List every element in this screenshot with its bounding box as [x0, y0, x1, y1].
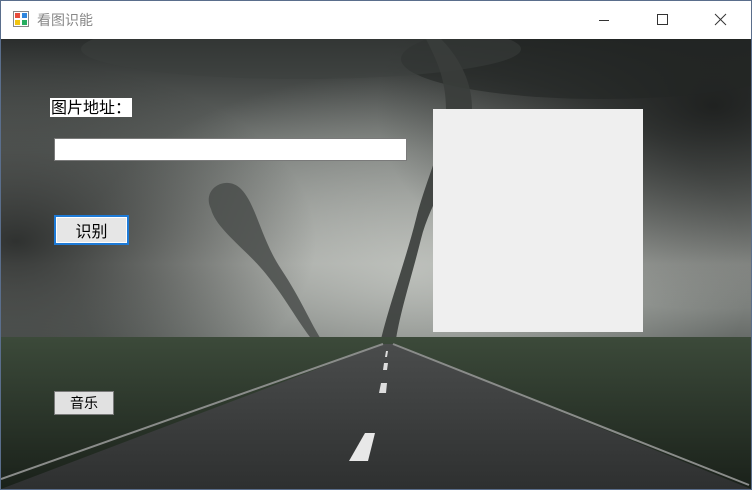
app-window: 看图识能 图片地址： 识别 音乐: [0, 0, 752, 490]
app-window-icon: [13, 11, 29, 27]
close-button[interactable]: [697, 1, 743, 39]
minimize-button[interactable]: [581, 1, 627, 39]
title-bar[interactable]: 看图识能: [1, 1, 751, 39]
form-client-area: 图片地址： 识别 音乐: [1, 39, 751, 489]
picture-box: [433, 109, 643, 332]
recognize-button[interactable]: 识别: [54, 215, 129, 245]
music-button[interactable]: 音乐: [54, 391, 114, 415]
image-address-input[interactable]: [54, 138, 407, 161]
image-address-label: 图片地址：: [50, 98, 133, 117]
maximize-button[interactable]: [639, 1, 685, 39]
window-title: 看图识能: [37, 13, 93, 29]
close-icon: [714, 13, 727, 26]
minimize-icon: [599, 20, 609, 21]
maximize-icon: [657, 14, 668, 25]
